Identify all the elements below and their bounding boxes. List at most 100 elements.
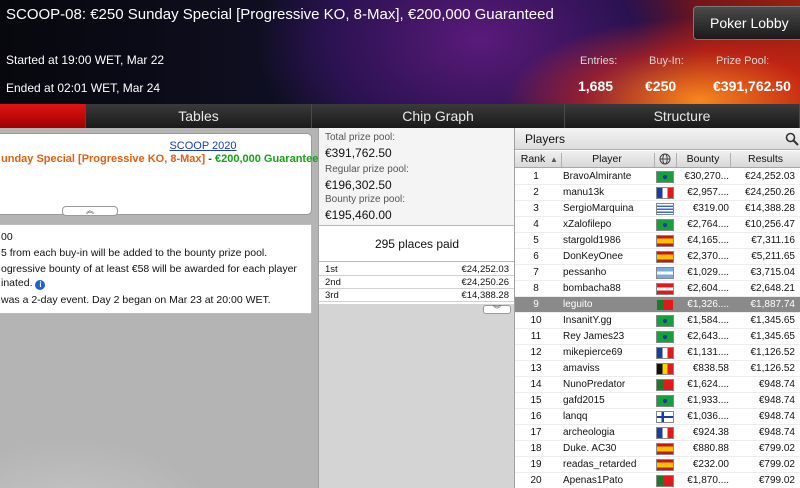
player-row[interactable]: 5 stargold1986 €4,165.... €7,311.16	[515, 233, 800, 249]
results-column-header[interactable]: Results	[730, 153, 800, 167]
country-column-header[interactable]	[654, 153, 676, 167]
payout-list: 1st €24,252.03 2nd €24,250.26 3rd €14,388.2…	[319, 262, 515, 304]
player-row[interactable]: 11 Rey James23 €2,643.... €1,345.65	[515, 329, 800, 345]
tab-info[interactable]	[0, 104, 86, 128]
player-result: €7,311.16	[751, 235, 795, 246]
player-result: €799.02	[758, 475, 795, 486]
entries-value: 1,685	[578, 78, 614, 94]
player-result: €799.02	[758, 459, 795, 470]
player-row[interactable]: 1 BravoAlmirante €30,270... €24,252.03	[515, 169, 800, 185]
players-column-headers: Rank ▲ Player Bounty Results	[515, 151, 800, 168]
player-bounty: €1,131....	[687, 347, 729, 358]
player-result: €1,887.74	[750, 299, 796, 310]
player-name: xZalofilepo	[563, 219, 612, 230]
player-column-header[interactable]: Player	[561, 153, 653, 167]
info-icon[interactable]: i	[35, 280, 46, 290]
player-rank: 14	[530, 379, 542, 390]
player-rank: 3	[533, 203, 539, 214]
player-bounty: €1,624....	[687, 379, 729, 390]
france-flag-icon	[656, 427, 674, 439]
tournament-title: SCOOP-08: €250 Sunday Special [Progressi…	[6, 6, 554, 23]
bounty-prize-value: €195,460.00	[325, 208, 392, 222]
tab-tables[interactable]: Tables	[86, 104, 312, 128]
expand-payouts-button[interactable]: ︾	[483, 305, 511, 314]
uruguay-flag-icon	[656, 203, 674, 215]
player-bounty: €1,036....	[687, 411, 729, 422]
player-rank: 16	[530, 411, 542, 422]
detail-line-3: ogressive bounty of at least €58 will be…	[1, 263, 297, 275]
player-row[interactable]: 18 Duke. AC30 €880.88 €799.02	[515, 441, 800, 457]
player-name: lanqq	[563, 411, 588, 422]
player-result: €2,648.21	[750, 283, 796, 294]
detail-line-4: inated. i	[1, 277, 46, 290]
player-name: Rey James23	[563, 331, 625, 342]
player-row[interactable]: 9 leguito €1,326.... €1,887.74	[515, 297, 800, 313]
player-bounty: €1,870....	[687, 475, 729, 486]
player-name: gafd2015	[563, 395, 605, 406]
player-name: InsanitY.gg	[563, 315, 612, 326]
brazil-flag-icon	[656, 171, 674, 183]
players-list: 1 BravoAlmirante €30,270... €24,252.03 2 manu…	[515, 169, 800, 488]
event-info-box: SCOOP 2020 unday Special [Progressive KO…	[0, 133, 325, 215]
player-row[interactable]: 19 readas_retarded €232.00 €799.02	[515, 457, 800, 473]
player-result: €948.74	[758, 379, 795, 390]
tournament-lobby-window: SCOOP-08: €250 Sunday Special [Progressi…	[0, 0, 800, 488]
player-name: manu13k	[563, 187, 605, 198]
search-icon[interactable]	[785, 132, 799, 146]
player-row[interactable]: 14 NunoPredator €1,624.... €948.74	[515, 377, 800, 393]
player-row[interactable]: 13 amaviss €838.58 €1,126.52	[515, 361, 800, 377]
prize-panel: Total prize pool: €391,762.50 Regular pr…	[318, 128, 515, 488]
player-bounty: €2,643....	[687, 331, 729, 342]
player-row[interactable]: 3 SergioMarquina €319.00 €14,388.28	[515, 201, 800, 217]
sort-asc-icon: ▲	[550, 155, 558, 164]
player-name: pessanho	[563, 267, 607, 278]
tab-structure[interactable]: Structure	[565, 104, 800, 128]
player-row[interactable]: 20 Apenas1Pato €1,870.... €799.02	[515, 473, 800, 488]
player-name: amaviss	[563, 363, 600, 374]
player-rank: 8	[533, 283, 539, 294]
player-name: BravoAlmirante	[563, 171, 632, 182]
player-row[interactable]: 15 gafd2015 €1,933.... €948.74	[515, 393, 800, 409]
player-row[interactable]: 8 bombacha88 €2,604.... €2,648.21	[515, 281, 800, 297]
player-row[interactable]: 2 manu13k €2,957.... €24,250.26	[515, 185, 800, 201]
poker-lobby-button[interactable]: Poker Lobby	[693, 6, 800, 40]
spain-flag-icon	[656, 251, 674, 263]
player-row[interactable]: 10 InsanitY.gg €1,584.... €1,345.65	[515, 313, 800, 329]
player-bounty: €2,604....	[687, 283, 729, 294]
collapse-button[interactable]: ︽	[62, 206, 118, 216]
places-paid: 295 places paid	[319, 226, 515, 262]
event-guarantee: €200,000 Guaranteed	[214, 153, 326, 165]
player-result: €1,126.52	[750, 347, 796, 358]
player-name: archeologia	[563, 427, 615, 438]
event-details-box: 00 5 from each buy-in will be added to t…	[0, 224, 312, 314]
brazil-flag-icon	[656, 331, 674, 343]
player-rank: 5	[533, 235, 539, 246]
players-panel: Players Rank ▲ Player Bounty Results 1 Br…	[514, 128, 800, 488]
prize-pool-label: Prize Pool:	[716, 55, 770, 67]
player-bounty: €4,165....	[687, 235, 729, 246]
player-row[interactable]: 6 DonKeyOnee €2,370.... €5,211.65	[515, 249, 800, 265]
player-bounty: €1,933....	[687, 395, 729, 406]
total-prize-value: €391,762.50	[325, 146, 392, 160]
player-row[interactable]: 16 lanqq €1,036.... €948.74	[515, 409, 800, 425]
player-rank: 7	[533, 267, 539, 278]
player-bounty: €2,957....	[687, 187, 729, 198]
player-row[interactable]: 4 xZalofilepo €2,764.... €10,256.47	[515, 217, 800, 233]
event-name-line: unday Special [Progressive KO, 8-Max] - …	[1, 153, 325, 165]
tab-chip-graph[interactable]: Chip Graph	[312, 104, 565, 128]
player-row[interactable]: 17 archeologia €924.38 €948.74	[515, 425, 800, 441]
series-link[interactable]: SCOOP 2020	[0, 140, 311, 152]
player-rank: 2	[533, 187, 539, 198]
player-row[interactable]: 7 pessanho €1,029.... €3,715.04	[515, 265, 800, 281]
player-bounty: €924.38	[692, 427, 729, 438]
player-rank: 20	[530, 475, 542, 486]
regular-prize-value: €196,302.50	[325, 178, 392, 192]
rank-column-header[interactable]: Rank	[515, 153, 551, 167]
player-rank: 18	[530, 443, 542, 454]
player-rank: 12	[530, 347, 542, 358]
player-name: readas_retarded	[563, 459, 637, 470]
player-name: leguito	[563, 299, 593, 310]
bounty-column-header[interactable]: Bounty	[676, 153, 730, 167]
player-row[interactable]: 12 mikepierce69 €1,131.... €1,126.52	[515, 345, 800, 361]
regular-prize-label: Regular prize pool:	[325, 164, 409, 175]
